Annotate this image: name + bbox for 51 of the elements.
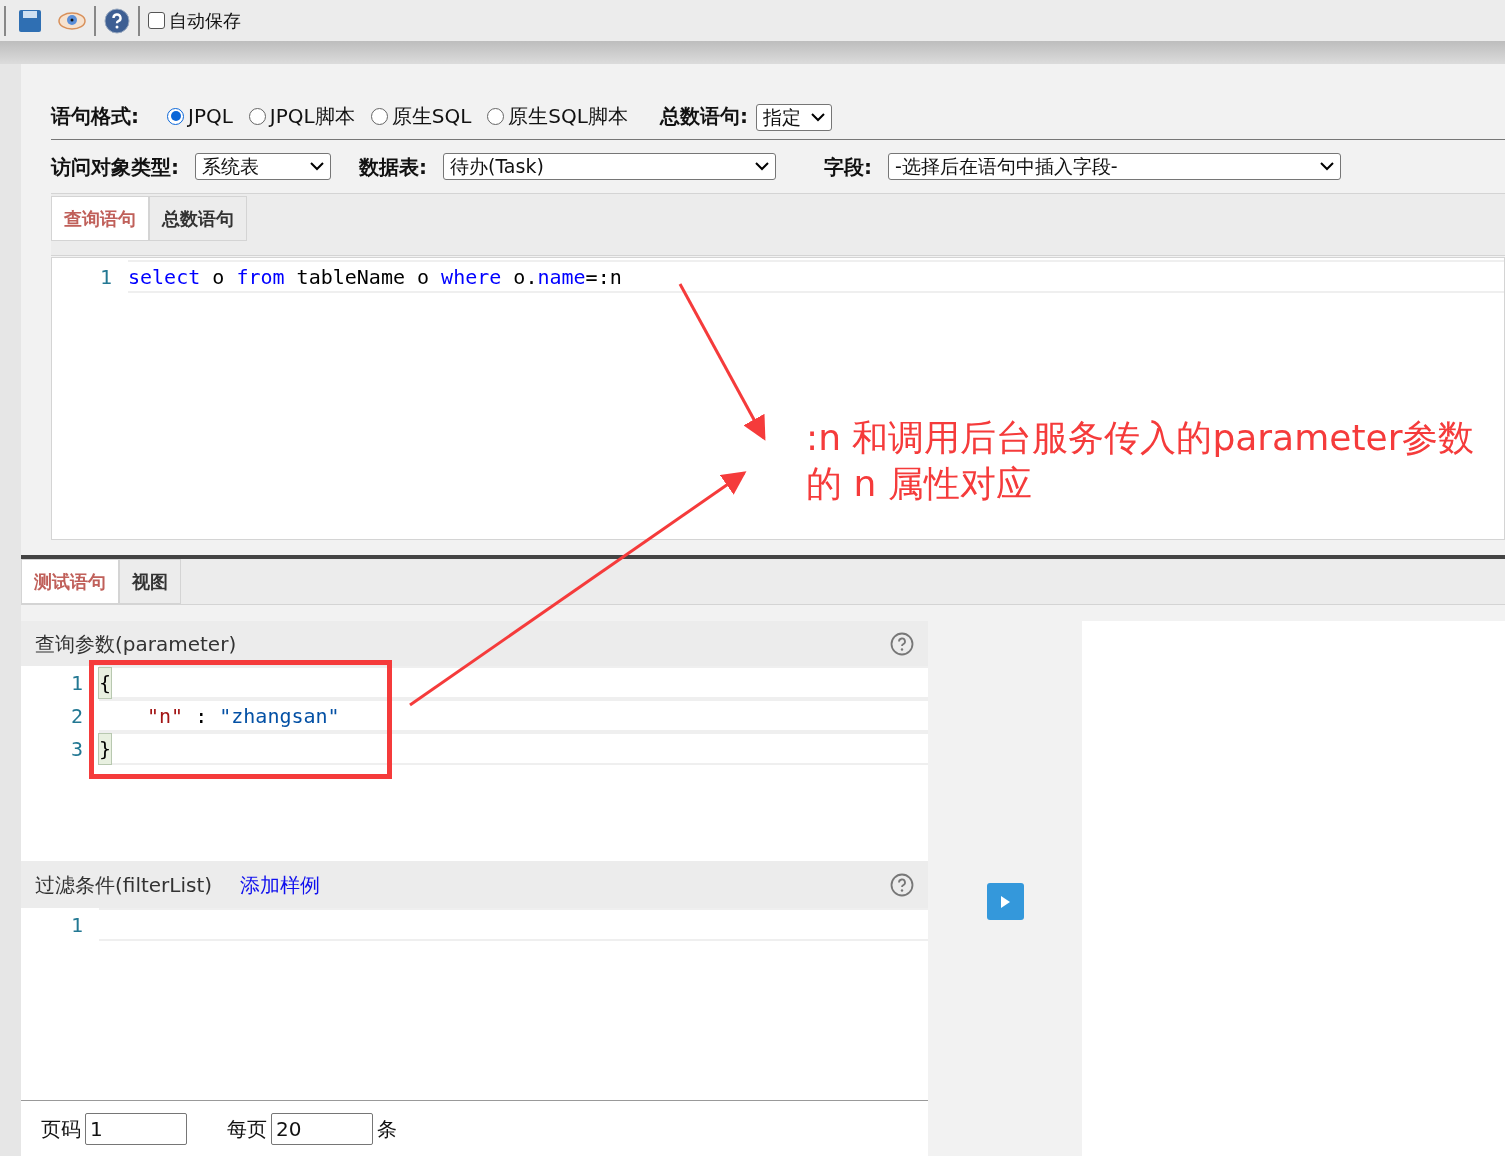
- object-type-select[interactable]: 系统表: [195, 153, 331, 180]
- add-example-link[interactable]: 添加样例: [240, 869, 321, 900]
- line-number: 3: [69, 735, 84, 763]
- code-line[interactable]: }: [99, 732, 928, 765]
- table-label: 数据表:: [359, 153, 427, 181]
- tab[interactable]: 测试语句: [21, 559, 119, 604]
- help-icon[interactable]: [890, 872, 914, 897]
- field-select[interactable]: -选择后在语句中插入字段-: [888, 153, 1341, 180]
- unit-label: 条: [377, 1115, 397, 1143]
- annotation-text: :n 和调用后台服务传入的parameter参数 的 n 属性对应: [806, 416, 1475, 506]
- autosave-label: 自动保存: [169, 9, 241, 33]
- object-type-label: 访问对象类型:: [51, 153, 179, 181]
- count-label: 总数语句:: [659, 103, 748, 130]
- radio-button[interactable]: [167, 107, 184, 125]
- field-label: 字段:: [824, 153, 872, 181]
- eye-icon[interactable]: [58, 10, 86, 31]
- code-line[interactable]: {: [99, 666, 928, 699]
- format-label: 语句格式:: [51, 103, 139, 130]
- panel-title: 过滤条件(filterList): [35, 871, 213, 899]
- line-number: 1: [98, 263, 113, 291]
- page-field[interactable]: 1: [85, 1112, 187, 1145]
- chevron-down-icon: [310, 162, 324, 171]
- table-select[interactable]: 待办(Task): [443, 153, 776, 180]
- radio-button[interactable]: [370, 107, 388, 125]
- radio-label: JPQL脚本: [269, 103, 355, 130]
- page-size-field[interactable]: 20: [271, 1112, 373, 1145]
- count-select[interactable]: 指定: [755, 104, 832, 131]
- radio-label: 原生SQL脚本: [508, 103, 628, 130]
- line-number: 2: [69, 702, 84, 730]
- radio-label: JPQL: [188, 103, 233, 130]
- line-number: 1: [69, 911, 84, 939]
- radio-label: 原生SQL: [391, 103, 472, 130]
- play-icon: [999, 894, 1011, 909]
- chevron-down-icon: [755, 162, 769, 171]
- tab[interactable]: 查询语句: [51, 196, 149, 241]
- run-button[interactable]: [986, 883, 1024, 920]
- tab[interactable]: 总数语句: [149, 196, 247, 241]
- page-size-label: 每页: [227, 1115, 267, 1143]
- help-icon[interactable]: [104, 7, 130, 34]
- chevron-down-icon: [1320, 162, 1334, 171]
- tab[interactable]: 视图: [119, 559, 181, 604]
- code-line[interactable]: select o from tableName o where o.name=:n: [128, 260, 1504, 293]
- line-number: 1: [69, 669, 84, 697]
- code-line[interactable]: "n" : "zhangsan": [99, 699, 928, 732]
- page-label: 页码: [41, 1115, 81, 1143]
- help-icon[interactable]: [890, 631, 914, 656]
- chevron-down-icon: [810, 113, 825, 122]
- panel-title: 查询参数(parameter): [35, 630, 237, 658]
- autosave-checkbox[interactable]: [148, 12, 165, 29]
- radio-button[interactable]: [248, 107, 266, 125]
- radio-button[interactable]: [487, 107, 505, 125]
